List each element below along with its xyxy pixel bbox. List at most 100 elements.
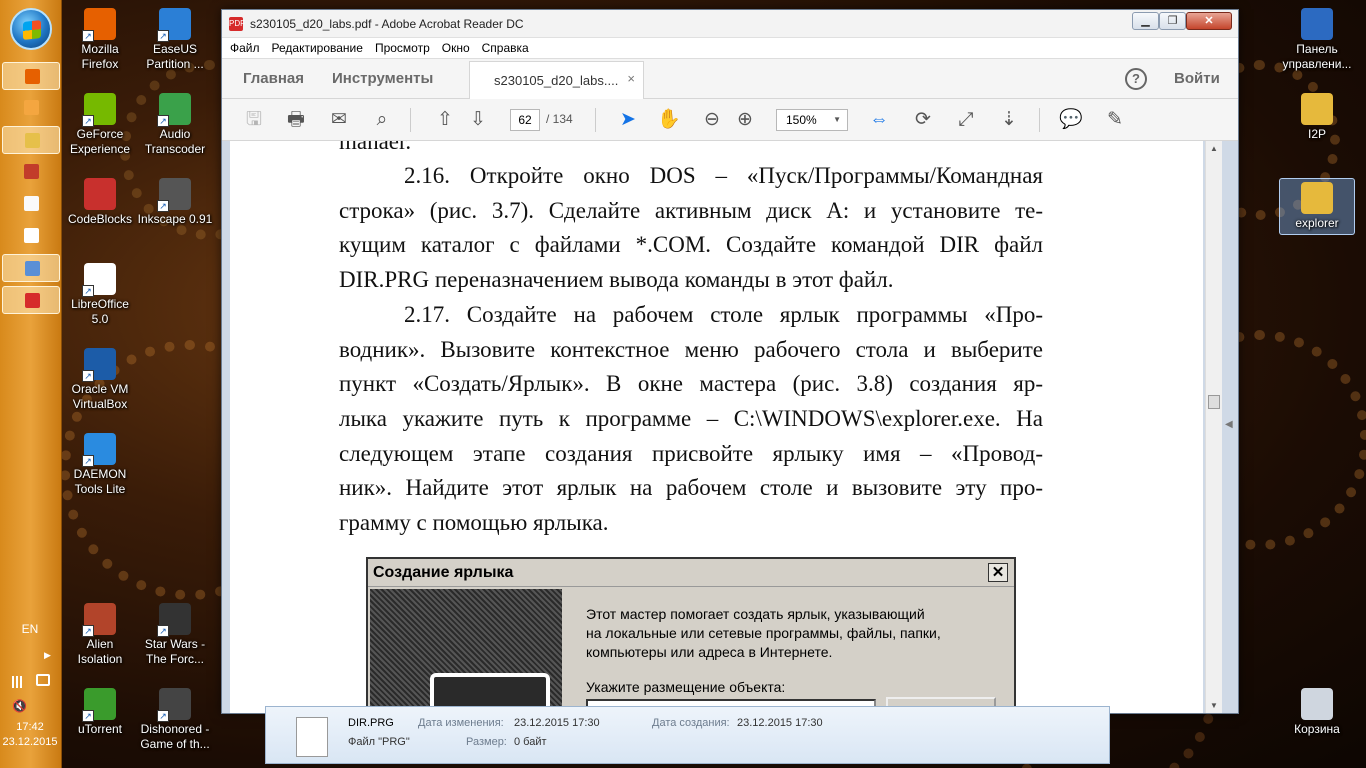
vertical-scrollbar[interactable]: ▲ ▼ [1205,141,1222,713]
menu-file[interactable]: Файл [222,38,264,55]
print-icon[interactable]: 🖶 [283,107,309,133]
zoom-out-icon[interactable]: ⊖ [699,107,725,133]
desktop-icon-label: Корзина [1279,722,1355,737]
close-tab-icon[interactable]: × [627,71,635,86]
maximize-button[interactable]: ❐ [1159,12,1186,30]
select-cursor-icon[interactable]: ➤ [615,107,641,133]
desktop-icon-codeblocks[interactable]: CodeBlocks [62,178,138,227]
desktop-icon-dishonored[interactable]: ↗ Dishonored - Game of th... [137,688,213,752]
dialog-title-bar: Создание ярлыка ✕ [368,559,1014,587]
taskbar-button-notes[interactable] [2,254,60,282]
colorful-app-icon [24,164,39,179]
desktop-icon-корзина[interactable]: Корзина [1279,688,1355,737]
chevron-down-icon: ▼ [833,115,841,124]
desktop-icon-label-line: Панель [1296,42,1338,56]
fullscreen-icon[interactable]: ⤢ [953,107,979,133]
device-icon[interactable] [36,674,50,686]
tray-expand-icon[interactable]: ▶ [44,650,51,661]
desktop-icon-label-line: Star Wars - [144,637,206,651]
details-created-value: 23.12.2015 17:30 [737,717,823,729]
email-icon[interactable]: ✉ [326,107,352,133]
zoom-select[interactable]: 150% ▼ [776,109,848,131]
desktop-icon-панель[interactable]: Панель управлени... [1279,8,1355,72]
desktop-icon-daemon[interactable]: ↗ DAEMON Tools Lite [62,433,138,497]
desktop-icon-i2p[interactable]: I2P [1279,93,1355,142]
search-icon[interactable]: ⌕ [369,107,395,133]
rotate-icon[interactable]: ⟳ [910,107,936,133]
desktop-icon-alien[interactable]: ↗ Alien Isolation [62,603,138,667]
title-bar[interactable]: PDF s230105_d20_labs.pdf - Adobe Acrobat… [222,10,1238,38]
scroll-up-icon[interactable]: ▲ [1210,144,1218,153]
taskbar-button-colorful-app[interactable] [2,158,60,186]
right-pane-toggle-icon[interactable]: ◀ [1225,419,1233,430]
desktop-icon-mozilla[interactable]: ↗ Mozilla Firefox [62,8,138,72]
desktop-icon-label: Oracle VM VirtualBox [62,382,138,412]
minimize-button[interactable]: ▁ [1132,12,1159,30]
desktop-icon-label-line: Tools Lite [74,482,126,496]
taskbar-button-firefox[interactable] [2,62,60,90]
taskbar-button-explorer[interactable] [2,126,60,154]
scroll-thumb[interactable] [1208,395,1220,409]
desktop-icon-label: uTorrent [62,722,138,737]
desktop-icon-label: explorer [1280,216,1354,231]
desktop-icon-utorrent[interactable]: ↗ uTorrent [62,688,138,737]
tab-tools[interactable]: Инструменты [332,70,433,87]
page-number-input[interactable] [510,109,540,131]
start-button[interactable] [10,8,52,50]
desktop-icon-geforce[interactable]: ↗ GeForce Experience [62,93,138,157]
shortcut-arrow-icon: ↗ [82,625,94,637]
tab-home[interactable]: Главная [243,70,304,87]
highlight-pen-icon[interactable]: ✎ [1102,107,1128,133]
page-total: / 134 [546,112,573,126]
desktop-icon-explorer[interactable]: explorer [1279,178,1355,235]
taskbar-button-document[interactable] [2,222,60,250]
document-area: ◀ ◀ manaer. 2.16. Откройте окно DOS – «П… [222,141,1238,713]
fit-width-icon[interactable]: ⇔ [866,107,892,133]
desktop-icon-label: Audio Transcoder [137,127,213,157]
volume-muted-icon[interactable]: 🔇 [12,700,27,712]
desktop-icon-label-line: Experience [69,142,131,156]
help-icon[interactable]: ? [1125,68,1147,90]
previous-page-icon[interactable]: ⇧ [432,107,458,133]
shortcut-arrow-icon: ↗ [82,285,94,297]
desktop-icon-audio[interactable]: ↗ Audio Transcoder [137,93,213,157]
desktop-icon-inkscape-0-91[interactable]: ↗ Inkscape 0.91 [137,178,213,227]
language-indicator[interactable]: EN [0,622,60,636]
codeblocks-icon [84,178,116,210]
desktop-icon-libreoffice[interactable]: ↗ LibreOffice 5.0 [62,263,138,327]
page-text-line: DIR.PRG переназначением вывода команды в… [339,267,894,293]
desktop-icon-star-wars[interactable]: ↗ Star Wars - The Forc... [137,603,213,667]
next-page-icon[interactable]: ⇩ [465,107,491,133]
clock[interactable]: 17:42 23.12.2015 [0,720,60,750]
taskbar-button-calendar-app[interactable] [2,190,60,218]
menu-view[interactable]: Просмотр [367,38,434,55]
menu-edit[interactable]: Редактирование [264,38,367,55]
scroll-down-icon[interactable]: ▼ [1210,701,1218,710]
explorer-icon [25,133,40,148]
dialog-close-icon: ✕ [988,563,1008,582]
details-size-value: 0 байт [514,736,547,748]
close-button[interactable]: ✕ [1186,12,1232,30]
window-title: s230105_d20_labs.pdf - Adobe Acrobat Rea… [250,17,524,31]
sign-in-button[interactable]: Войти [1174,70,1220,87]
comment-icon[interactable]: 💬 [1058,107,1084,133]
oracle-vm-icon: ↗ [82,348,116,382]
libreoffice-icon: ↗ [82,263,116,297]
easeus-icon: ↗ [157,8,191,42]
scroll-mode-icon[interactable]: ⇣ [996,107,1022,133]
details-modified-label: Дата изменения: [418,717,504,729]
zoom-in-icon[interactable]: ⊕ [732,107,758,133]
desktop-icon-label-line: Mozilla [81,42,119,56]
document-tab[interactable]: s230105_d20_labs.... × [469,61,644,99]
network-icon[interactable] [12,676,26,688]
toolbar-divider [410,108,411,132]
save-icon[interactable]: 🖫 [241,107,267,133]
taskbar-button-acrobat[interactable] [2,286,60,314]
taskbar-button-app-moon[interactable] [2,94,60,122]
desktop-icon-easeus[interactable]: ↗ EaseUS Partition ... [137,8,213,72]
menu-window[interactable]: Окно [434,38,474,55]
hand-tool-icon[interactable]: ✋ [656,107,682,133]
menu-help[interactable]: Справка [474,38,533,55]
desktop-icon-label-line: VirtualBox [72,397,128,411]
desktop-icon-oracle-vm[interactable]: ↗ Oracle VM VirtualBox [62,348,138,412]
